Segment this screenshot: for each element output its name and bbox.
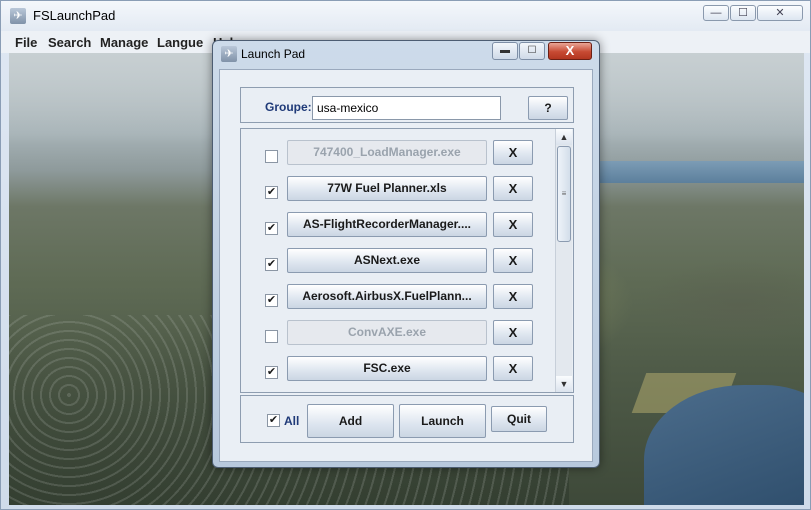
remove-item-button[interactable]: X	[493, 320, 533, 345]
dialog-title: Launch Pad	[241, 47, 306, 61]
menu-manage[interactable]: Manage	[100, 35, 148, 50]
window-title: FSLaunchPad	[33, 8, 116, 23]
groupe-label: Groupe:	[265, 100, 312, 114]
airplane-icon: ✈	[221, 46, 237, 62]
action-panel: ✔ All Add Launch Quit	[240, 395, 574, 443]
dialog-body: Groupe: ? 747400_LoadManager.exe X ✔ 77W…	[219, 69, 593, 462]
remove-item-button[interactable]: X	[493, 176, 533, 201]
launch-item-button[interactable]: ASNext.exe	[287, 248, 487, 273]
item-checkbox[interactable]: ✔	[265, 222, 278, 235]
list-item: ✔ 77W Fuel Planner.xls X	[241, 176, 553, 212]
list-item: ✔ ASNext.exe X	[241, 248, 553, 284]
close-button[interactable]: ✕	[757, 5, 803, 21]
quit-button[interactable]: Quit	[491, 406, 547, 432]
launch-item-button[interactable]: 747400_LoadManager.exe	[287, 140, 487, 165]
groupe-input[interactable]	[312, 96, 501, 120]
dialog-minimize-button[interactable]: ▬	[492, 42, 518, 60]
dialog-close-button[interactable]: X	[548, 42, 592, 60]
menu-langue[interactable]: Langue	[157, 35, 203, 50]
item-checkbox[interactable]: ✔	[265, 294, 278, 307]
help-button[interactable]: ?	[528, 96, 568, 120]
list-item: ✔ AS-FlightRecorderManager.... X	[241, 212, 553, 248]
item-checkbox[interactable]	[265, 150, 278, 163]
remove-item-button[interactable]: X	[493, 140, 533, 165]
launch-item-button[interactable]: 77W Fuel Planner.xls	[287, 176, 487, 201]
list-item: ✔ FSC.exe X	[241, 356, 553, 392]
add-button[interactable]: Add	[307, 404, 394, 438]
remove-item-button[interactable]: X	[493, 356, 533, 381]
item-checkbox[interactable]: ✔	[265, 258, 278, 271]
title-bar: ✈ FSLaunchPad — ☐ ✕	[1, 1, 810, 31]
launch-pad-dialog: ✈ Launch Pad ▬ ☐ X Groupe: ? 747400_Load…	[212, 40, 600, 468]
dialog-maximize-button[interactable]: ☐	[519, 42, 545, 60]
all-checkbox[interactable]: ✔	[267, 414, 280, 427]
all-label: All	[284, 414, 300, 428]
group-panel: Groupe: ?	[240, 87, 574, 123]
item-checkbox[interactable]	[265, 330, 278, 343]
list-item: ✔ Aerosoft.AirbusX.FuelPlann... X	[241, 284, 553, 320]
launch-item-button[interactable]: ConvAXE.exe	[287, 320, 487, 345]
scroll-down-arrow-icon[interactable]: ▼	[556, 376, 572, 392]
item-checkbox[interactable]: ✔	[265, 186, 278, 199]
menu-search[interactable]: Search	[48, 35, 91, 50]
program-list: 747400_LoadManager.exe X ✔ 77W Fuel Plan…	[240, 128, 574, 393]
airplane-icon: ✈	[10, 8, 26, 24]
launch-item-button[interactable]: Aerosoft.AirbusX.FuelPlann...	[287, 284, 487, 309]
remove-item-button-partial[interactable]	[493, 392, 533, 393]
launch-item-button[interactable]: FSC.exe	[287, 356, 487, 381]
remove-item-button[interactable]: X	[493, 212, 533, 237]
launch-item-button-partial[interactable]	[287, 392, 487, 393]
item-checkbox[interactable]: ✔	[265, 366, 278, 379]
menu-file[interactable]: File	[15, 35, 37, 50]
list-item: ConvAXE.exe X	[241, 320, 553, 356]
list-item: 747400_LoadManager.exe X	[241, 140, 553, 176]
scroll-thumb[interactable]: ≡	[557, 146, 571, 242]
remove-item-button[interactable]: X	[493, 284, 533, 309]
launch-item-button[interactable]: AS-FlightRecorderManager....	[287, 212, 487, 237]
remove-item-button[interactable]: X	[493, 248, 533, 273]
launch-button[interactable]: Launch	[399, 404, 486, 438]
list-item	[241, 392, 553, 393]
minimize-button[interactable]: —	[703, 5, 729, 21]
scroll-up-arrow-icon[interactable]: ▲	[556, 129, 572, 145]
vertical-scrollbar[interactable]: ▲ ≡ ▼	[555, 129, 572, 392]
maximize-button[interactable]: ☐	[730, 5, 756, 21]
